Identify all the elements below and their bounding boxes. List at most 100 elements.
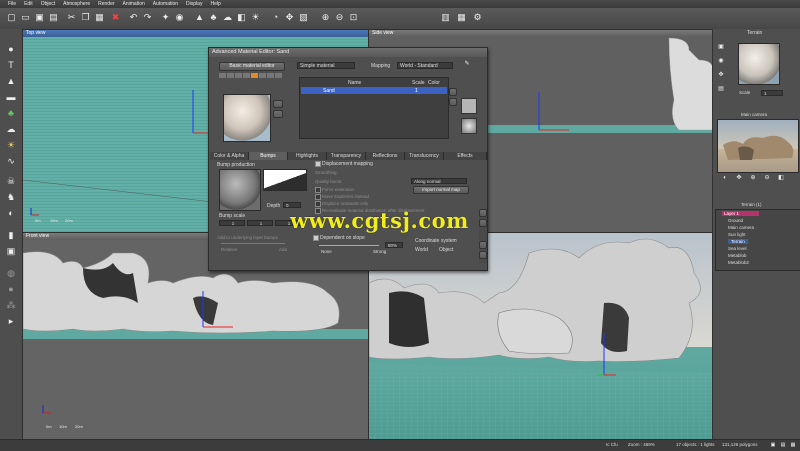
figure-tool-icon[interactable]: ♞: [5, 191, 17, 203]
slope-slider[interactable]: [319, 245, 379, 246]
menu-file[interactable]: File: [8, 1, 16, 7]
camera-icon[interactable]: ◧: [236, 12, 247, 23]
tree-item-sea-level[interactable]: Sea level: [728, 246, 747, 251]
move-explorer-checkbox[interactable]: [315, 194, 321, 200]
displace-out-checkbox[interactable]: [315, 201, 321, 207]
cam-ctrl-3-icon[interactable]: ⊕: [749, 174, 757, 182]
cam-ctrl-1-icon[interactable]: ◐: [721, 174, 729, 182]
zoom-tool-icon[interactable]: ▸: [5, 315, 17, 327]
add-bumps-slider[interactable]: [221, 243, 285, 244]
terrain-icon[interactable]: ▲: [194, 12, 205, 23]
undo-icon[interactable]: ↶: [128, 12, 139, 23]
import-normal-map-button[interactable]: Import normal map: [413, 186, 469, 194]
terrain-material-preview[interactable]: [738, 43, 780, 85]
open-icon[interactable]: ▭: [20, 12, 31, 23]
menu-automation[interactable]: Automation: [153, 1, 178, 7]
skull-tool-icon[interactable]: ☠: [5, 175, 17, 187]
mat-tool-7-icon[interactable]: [267, 73, 274, 78]
delete-icon[interactable]: ✖: [110, 12, 121, 23]
tab-transparency[interactable]: Transparency: [327, 152, 366, 160]
panel-icon-2[interactable]: ◉: [717, 57, 725, 65]
zoom-out-icon[interactable]: ⊖: [334, 12, 345, 23]
sphere-tool-icon[interactable]: ●: [5, 43, 17, 55]
new-icon[interactable]: ▢: [6, 12, 17, 23]
tab-highlights[interactable]: Highlights: [288, 152, 327, 160]
scene-tree[interactable]: Layer 1 Ground Main camera Sun light Ter…: [715, 209, 800, 271]
preview-icon[interactable]: ◉: [174, 12, 185, 23]
film-icon[interactable]: ▥: [440, 12, 451, 23]
panel-icon-3[interactable]: ✥: [717, 71, 725, 79]
cancel-button[interactable]: [479, 219, 487, 227]
cut-icon[interactable]: ✂: [66, 12, 77, 23]
menu-render[interactable]: Render: [98, 1, 114, 7]
menu-atmosphere[interactable]: Atmosphere: [63, 1, 90, 7]
mat-tool-6-icon[interactable]: [259, 73, 266, 78]
menu-edit[interactable]: Edit: [24, 1, 33, 7]
cam-ctrl-5-icon[interactable]: ◧: [777, 174, 785, 182]
group-tool-icon[interactable]: ◍: [5, 267, 17, 279]
molecule-tool-icon[interactable]: ⁂: [5, 299, 17, 311]
dependent-slope-checkbox[interactable]: [313, 235, 319, 241]
cam-ctrl-2-icon[interactable]: ✥: [735, 174, 743, 182]
along-normal-select[interactable]: Along normal: [411, 178, 467, 184]
tab-bumps[interactable]: Bumps: [249, 152, 288, 160]
slope-value-input[interactable]: 80%: [385, 242, 403, 248]
plant-tool-icon[interactable]: ♣: [5, 107, 17, 119]
boolean-tool-icon[interactable]: ◐: [5, 207, 17, 219]
tree-item-sun-light[interactable]: Sun light: [728, 232, 746, 237]
menu-object[interactable]: Object: [41, 1, 55, 7]
bump-scale-x[interactable]: 1: [219, 220, 245, 226]
eyedropper-icon[interactable]: ✎: [463, 60, 471, 69]
light-icon[interactable]: ☀: [250, 12, 261, 23]
tree-item-main-camera[interactable]: Main camera: [728, 225, 754, 230]
mat-tool-1-icon[interactable]: [219, 73, 226, 78]
layer-up-button[interactable]: [449, 88, 457, 96]
mapping-select[interactable]: World - Standard: [397, 62, 453, 69]
panel-icon-4[interactable]: ▤: [717, 85, 725, 93]
frame-icon[interactable]: ⊡: [348, 12, 359, 23]
material-type-select[interactable]: Simple material: [297, 62, 355, 69]
select-icon[interactable]: ▧: [298, 12, 309, 23]
tree-item-ground[interactable]: Ground: [728, 218, 743, 223]
save-icon[interactable]: ▣: [34, 12, 45, 23]
tree-item-metablob2[interactable]: Metablob2: [728, 260, 749, 265]
ok-button[interactable]: [479, 209, 487, 217]
dialog-tool-2-button[interactable]: [479, 251, 487, 259]
tab-color-alpha[interactable]: Color & Alpha: [210, 152, 249, 160]
redo-icon[interactable]: ↷: [142, 12, 153, 23]
dialog-tool-1-button[interactable]: [479, 241, 487, 249]
mat-tool-2-icon[interactable]: [227, 73, 234, 78]
status-icon-2[interactable]: ▤: [780, 442, 786, 448]
cam-ctrl-4-icon[interactable]: ⊖: [763, 174, 771, 182]
plant-icon[interactable]: ♣: [208, 12, 219, 23]
table-row[interactable]: Sand 1: [301, 87, 447, 94]
force-extension-checkbox[interactable]: [315, 187, 321, 193]
layer-thumb-swatch[interactable]: [461, 118, 477, 134]
panel-icon-1[interactable]: ▣: [717, 43, 725, 51]
preview-scale-button[interactable]: [273, 110, 283, 118]
displacement-checkbox[interactable]: [315, 161, 321, 167]
status-icon-3[interactable]: ▦: [790, 442, 796, 448]
preview-options-button[interactable]: [273, 100, 283, 108]
mat-tool-3-icon[interactable]: [235, 73, 242, 78]
mat-tool-4-icon[interactable]: [243, 73, 250, 78]
gauge-icon[interactable]: ◔: [270, 12, 281, 23]
cloud-icon[interactable]: ☁: [222, 12, 233, 23]
camera-preview[interactable]: [717, 119, 799, 173]
water-tool-icon[interactable]: ▬: [5, 91, 17, 103]
copy-icon[interactable]: ❐: [80, 12, 91, 23]
status-icon-1[interactable]: ▣: [770, 442, 776, 448]
scale-input[interactable]: 1: [761, 90, 783, 96]
tree-item-terrain[interactable]: Terrain: [728, 239, 748, 244]
wave-tool-icon[interactable]: ∿: [5, 155, 17, 167]
save-as-icon[interactable]: ▤: [48, 12, 59, 23]
metablob-tool-icon[interactable]: ●: [5, 283, 17, 295]
paste-icon[interactable]: ▦: [94, 12, 105, 23]
bump-ramp-preview[interactable]: [263, 169, 307, 191]
tree-item-metablob[interactable]: Metablob: [728, 253, 747, 258]
render-icon[interactable]: ✦: [160, 12, 171, 23]
layer-color-swatch[interactable]: [461, 98, 477, 114]
menu-help[interactable]: Help: [210, 1, 220, 7]
primitive-tool-icon[interactable]: ▮: [5, 229, 17, 241]
tree-item-layer1[interactable]: Layer 1: [722, 211, 760, 216]
